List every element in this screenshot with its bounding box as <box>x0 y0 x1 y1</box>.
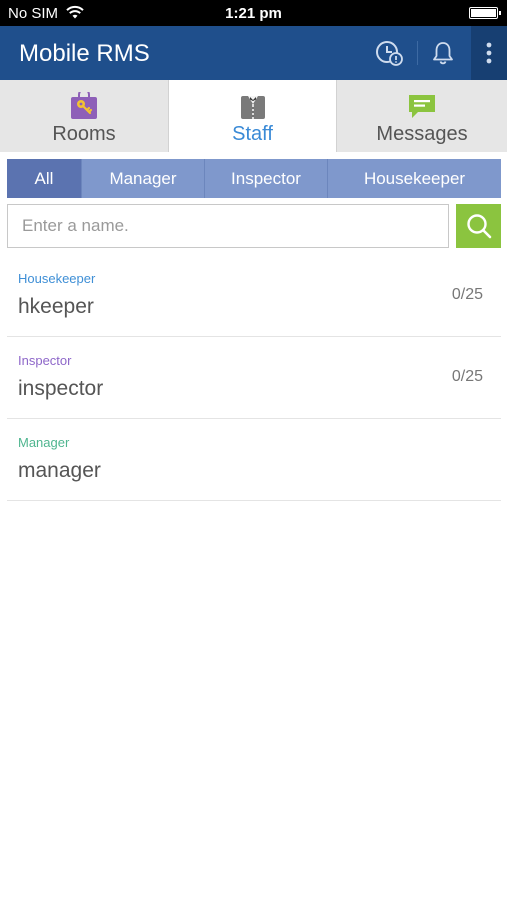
filter-all[interactable]: All <box>7 159 82 198</box>
staff-name: hkeeper <box>18 295 94 318</box>
staff-role: Housekeeper <box>18 271 96 286</box>
staff-name: manager <box>18 459 101 482</box>
staff-row[interactable]: Inspector inspector 0/25 <box>7 337 501 419</box>
clock-alert-icon <box>376 41 403 66</box>
staff-row[interactable]: Manager manager <box>7 419 501 501</box>
tab-messages[interactable]: Messages <box>337 80 507 152</box>
staff-uniform-icon <box>240 96 265 119</box>
more-vertical-icon <box>486 42 492 64</box>
rooms-key-icon <box>71 92 97 119</box>
filter-housekeeper[interactable]: Housekeeper <box>328 159 501 198</box>
header-divider <box>417 41 418 65</box>
battery-icon <box>469 7 501 19</box>
tab-staff[interactable]: Staff <box>169 80 337 152</box>
search-icon <box>466 214 491 239</box>
staff-room-count: 0/25 <box>451 368 483 385</box>
status-bar: No SIM 1:21 pm <box>0 0 507 26</box>
notifications-button[interactable] <box>419 26 467 80</box>
filter-inspector[interactable]: Inspector <box>205 159 328 198</box>
staff-role: Inspector <box>18 353 72 368</box>
history-button[interactable] <box>364 26 414 80</box>
status-time: 1:21 pm <box>225 5 282 22</box>
staff-role: Manager <box>18 435 70 450</box>
main-tabs: Rooms Staff Messages <box>0 80 507 152</box>
role-filter-tabs: All Manager Inspector Housekeeper <box>7 159 501 198</box>
bell-icon <box>433 42 453 65</box>
tab-rooms[interactable]: Rooms <box>0 80 169 152</box>
staff-room-count: 0/25 <box>451 286 483 303</box>
tab-staff-label: Staff <box>232 123 273 145</box>
messages-chat-icon <box>409 95 435 118</box>
tab-rooms-label: Rooms <box>52 123 116 145</box>
overflow-menu-button[interactable] <box>471 26 507 80</box>
staff-name: inspector <box>18 377 104 400</box>
staff-search-input[interactable] <box>7 204 449 248</box>
filter-manager[interactable]: Manager <box>82 159 205 198</box>
tab-messages-label: Messages <box>376 123 468 145</box>
staff-list: Housekeeper hkeeper 0/25 Inspector inspe… <box>7 255 501 501</box>
search-button[interactable] <box>456 204 501 248</box>
staff-row[interactable]: Housekeeper hkeeper 0/25 <box>7 255 501 337</box>
app-header: Mobile RMS <box>0 26 507 80</box>
app-title: Mobile RMS <box>19 40 150 67</box>
